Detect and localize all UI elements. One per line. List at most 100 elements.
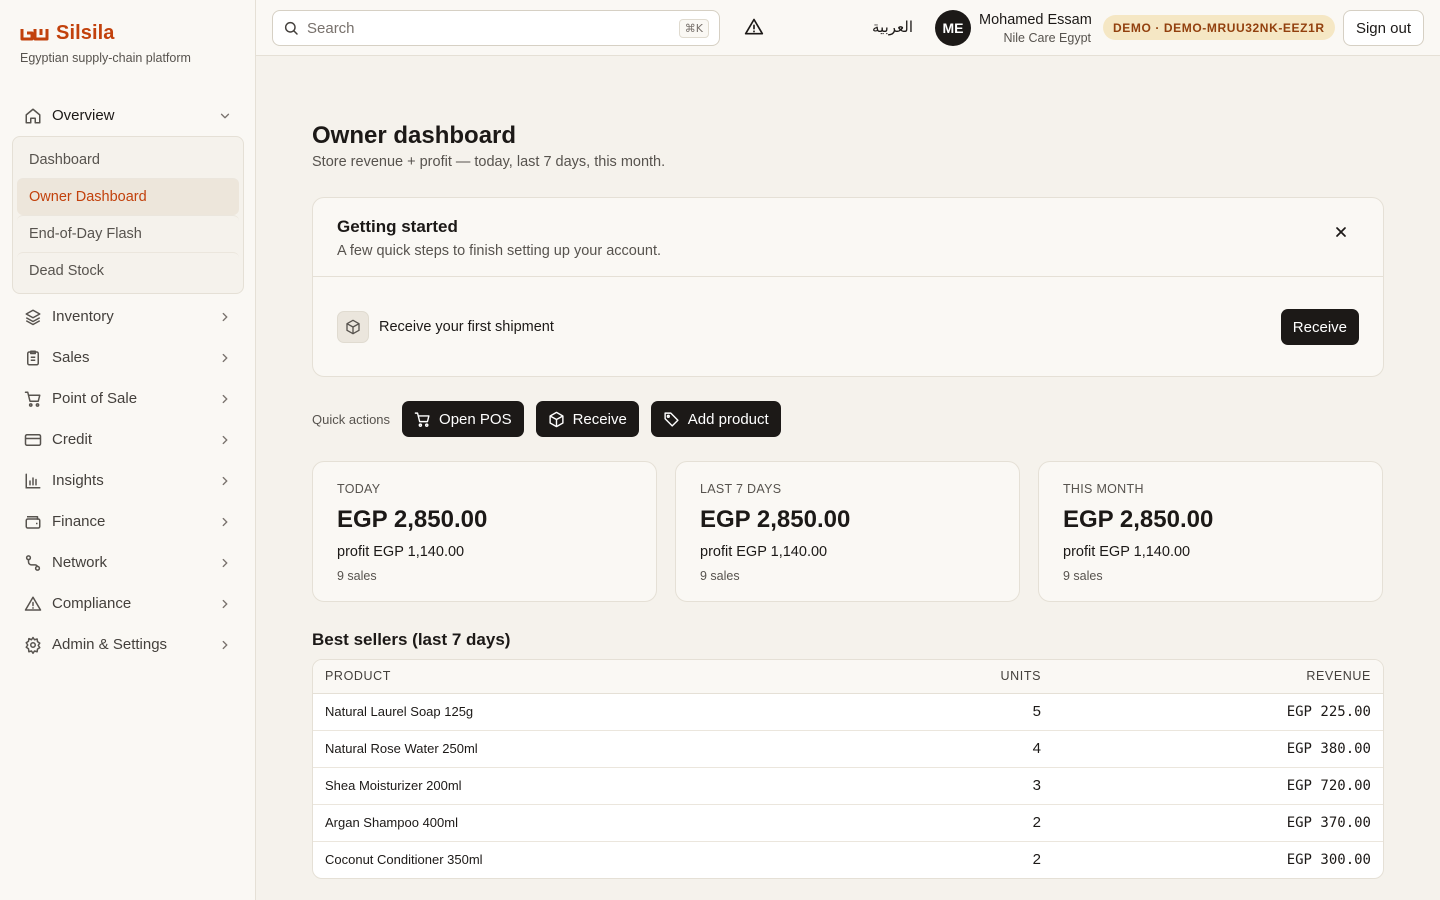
column-header-product[interactable]: PRODUCT bbox=[313, 660, 893, 694]
subnav-item-end-of-day-flash[interactable]: End-of-Day Flash bbox=[17, 215, 239, 252]
table-row[interactable]: Natural Laurel Soap 125g 5 EGP 225.00 bbox=[313, 693, 1383, 730]
stat-revenue: EGP 2,850.00 bbox=[1063, 506, 1214, 533]
button-label: Open POS bbox=[439, 410, 512, 428]
brand-tagline: Egyptian supply-chain platform bbox=[20, 51, 191, 65]
sidebar-item-label: Credit bbox=[52, 431, 93, 448]
receive-shipment-button[interactable]: Receive bbox=[1280, 309, 1359, 345]
user-info: Mohamed Essam Nile Care Egypt bbox=[979, 12, 1092, 45]
sidebar-item-point-of-sale[interactable]: Point of Sale bbox=[12, 378, 244, 419]
sidebar-item-label: Compliance bbox=[52, 595, 132, 612]
chevron-right-icon bbox=[218, 392, 232, 406]
chevron-right-icon bbox=[218, 556, 232, 570]
receive-button[interactable]: Receive bbox=[535, 401, 639, 437]
cell-revenue: EGP 370.00 bbox=[1053, 803, 1383, 841]
subnav-item-dead-stock[interactable]: Dead Stock bbox=[17, 252, 239, 289]
page-subtitle: Store revenue + profit — today, last 7 d… bbox=[312, 154, 666, 170]
gear-icon bbox=[24, 636, 42, 654]
open-pos-button[interactable]: Open POS bbox=[402, 401, 524, 437]
cell-product: Coconut Conditioner 350ml bbox=[313, 840, 893, 878]
table-row[interactable]: Natural Rose Water 250ml 4 EGP 380.00 bbox=[313, 729, 1383, 767]
best-sellers-table: PRODUCT UNITS REVENUE Natural Laurel Soa… bbox=[312, 659, 1384, 879]
getting-started-title: Getting started bbox=[337, 217, 458, 236]
add-product-button[interactable]: Add product bbox=[650, 401, 781, 437]
brand[interactable]: Silsila Egyptian supply-chain platform bbox=[20, 22, 191, 65]
user-org: Nile Care Egypt bbox=[1003, 31, 1091, 45]
stat-profit: profit EGP 1,140.00 bbox=[1063, 544, 1191, 560]
sidebar-item-label: Overview bbox=[52, 107, 115, 124]
close-icon[interactable] bbox=[1333, 224, 1349, 240]
search-input[interactable] bbox=[307, 19, 679, 37]
warning-icon bbox=[24, 595, 42, 613]
button-label: Receive bbox=[572, 410, 627, 428]
best-sellers-title: Best sellers (last 7 days) bbox=[312, 630, 511, 649]
cell-units: 2 bbox=[893, 803, 1053, 841]
cell-units: 2 bbox=[893, 840, 1053, 878]
stat-sales: 9 sales bbox=[700, 569, 740, 583]
sidebar-item-label: Insights bbox=[52, 472, 104, 489]
button-label: Add product bbox=[687, 410, 769, 428]
getting-started-subtitle: A few quick steps to finish setting up y… bbox=[337, 243, 662, 259]
stat-card-last-7-days: LAST 7 DAYS EGP 2,850.00 profit EGP 1,14… bbox=[675, 461, 1020, 602]
table-row[interactable]: Coconut Conditioner 350ml 2 EGP 300.00 bbox=[313, 840, 1383, 878]
cell-product: Argan Shampoo 400ml bbox=[313, 803, 893, 841]
sidebar-item-compliance[interactable]: Compliance bbox=[12, 583, 244, 624]
sidebar-item-label: Network bbox=[52, 554, 108, 571]
chevron-right-icon bbox=[218, 638, 232, 652]
stat-card-today: TODAY EGP 2,850.00 profit EGP 1,140.00 9… bbox=[312, 461, 657, 602]
stat-revenue: EGP 2,850.00 bbox=[337, 506, 488, 533]
credit-card-icon bbox=[24, 431, 42, 449]
sidebar-item-sales[interactable]: Sales bbox=[12, 337, 244, 378]
chevron-right-icon bbox=[218, 310, 232, 324]
stat-sales: 9 sales bbox=[337, 569, 377, 583]
stat-sales: 9 sales bbox=[1063, 569, 1103, 583]
sidebar-item-admin-settings[interactable]: Admin & Settings bbox=[12, 624, 244, 665]
cell-revenue: EGP 720.00 bbox=[1053, 766, 1383, 804]
clipboard-icon bbox=[24, 349, 42, 367]
sidebar-item-network[interactable]: Network bbox=[12, 542, 244, 583]
search-box[interactable]: ⌘K bbox=[272, 10, 720, 46]
layers-icon bbox=[24, 308, 42, 326]
sidebar-item-insights[interactable]: Insights bbox=[12, 460, 244, 501]
avatar[interactable]: ME bbox=[935, 10, 971, 46]
chevron-right-icon bbox=[218, 351, 232, 365]
sidebar-item-overview[interactable]: Overview bbox=[12, 95, 244, 136]
cell-units: 3 bbox=[893, 766, 1053, 804]
stat-label: TODAY bbox=[337, 482, 381, 496]
sidebar-item-credit[interactable]: Credit bbox=[12, 419, 244, 460]
sidebar-item-inventory[interactable]: Inventory bbox=[12, 296, 244, 337]
home-icon bbox=[24, 107, 42, 125]
box-icon bbox=[337, 311, 369, 343]
sidebar-item-finance[interactable]: Finance bbox=[12, 501, 244, 542]
page-title: Owner dashboard bbox=[312, 122, 517, 149]
language-switch[interactable]: العربية bbox=[872, 18, 913, 36]
cell-units: 5 bbox=[1032, 703, 1041, 720]
cart-icon bbox=[414, 411, 431, 428]
cell-revenue: EGP 225.00 bbox=[1286, 703, 1371, 720]
column-header-units[interactable]: UNITS bbox=[893, 660, 1053, 694]
cell-units: 4 bbox=[893, 729, 1053, 767]
stat-label: LAST 7 DAYS bbox=[700, 482, 782, 496]
column-header-revenue[interactable]: REVENUE bbox=[1053, 660, 1383, 694]
brand-name: Silsila bbox=[56, 22, 115, 44]
table-row[interactable]: Argan Shampoo 400ml 2 EGP 370.00 bbox=[313, 803, 1383, 841]
subnav-item-dashboard[interactable]: Dashboard bbox=[17, 141, 239, 178]
bar-chart-icon bbox=[24, 472, 42, 490]
cell-revenue: EGP 380.00 bbox=[1053, 729, 1383, 767]
chevron-right-icon bbox=[218, 474, 232, 488]
quick-actions-label: Quick actions bbox=[312, 411, 391, 427]
sidebar-item-label: Inventory bbox=[52, 308, 114, 325]
quick-actions: Quick actions Open POS Receive Add produ… bbox=[312, 401, 793, 437]
wallet-icon bbox=[24, 513, 42, 531]
sign-out-button[interactable]: Sign out bbox=[1343, 10, 1424, 46]
chevron-down-icon bbox=[218, 109, 232, 123]
table-header-row: PRODUCT UNITS REVENUE bbox=[313, 660, 1383, 694]
getting-started-card: Getting started A few quick steps to fin… bbox=[312, 197, 1384, 377]
sidebar-nav: Overview Dashboard Owner Dashboard End-o… bbox=[12, 95, 244, 665]
sidebar-item-label: Point of Sale bbox=[52, 390, 138, 407]
subnav-item-owner-dashboard[interactable]: Owner Dashboard bbox=[17, 178, 239, 215]
step-label: Receive your first shipment bbox=[379, 319, 554, 335]
chevron-right-icon bbox=[218, 433, 232, 447]
table-row[interactable]: Shea Moisturizer 200ml 3 EGP 720.00 bbox=[313, 766, 1383, 804]
alert-triangle-icon[interactable] bbox=[744, 17, 766, 39]
stat-card-this-month: THIS MONTH EGP 2,850.00 profit EGP 1,140… bbox=[1038, 461, 1383, 602]
